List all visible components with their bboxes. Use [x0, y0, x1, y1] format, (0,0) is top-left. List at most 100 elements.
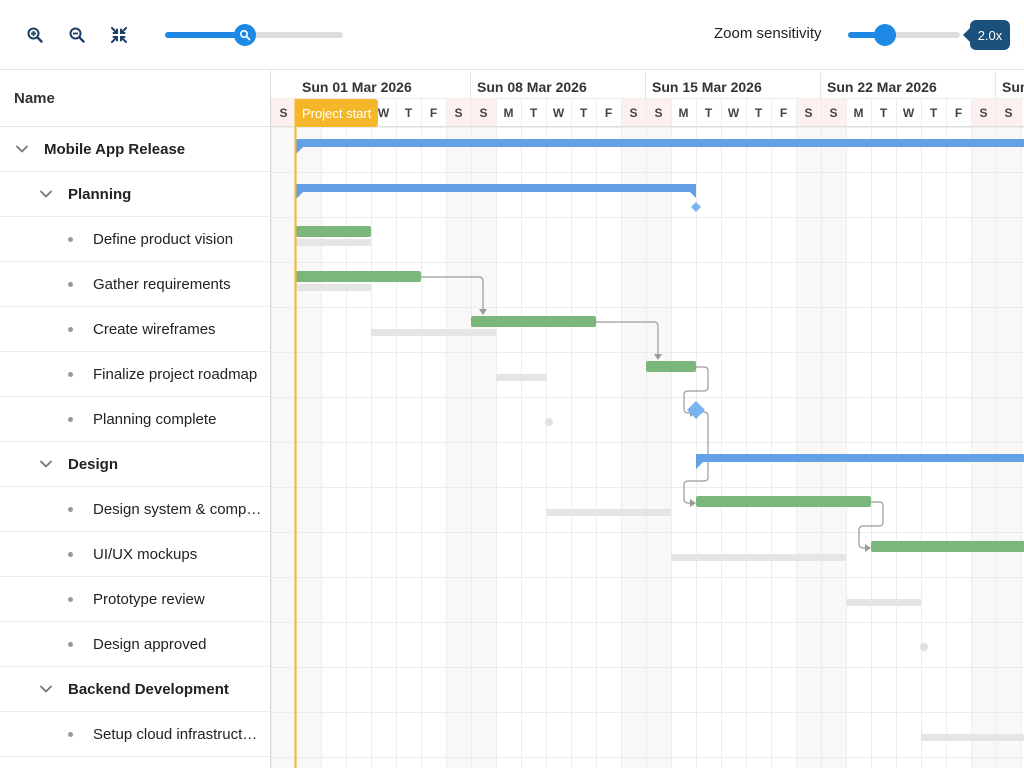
- baseline-bar: [496, 374, 546, 381]
- task-name: Planning: [68, 185, 132, 203]
- day-label: T: [704, 106, 713, 120]
- zoom-slider-fill: [165, 32, 246, 38]
- weekend-shade: [446, 127, 471, 768]
- task-row[interactable]: Setup cloud infrastructure: [0, 712, 270, 757]
- task-name: Backend Development: [68, 680, 229, 698]
- zoom-sensitivity-slider[interactable]: [848, 24, 960, 46]
- milestone-row[interactable]: Planning complete: [0, 397, 270, 442]
- weekend-shade: [296, 127, 321, 768]
- bullet-icon: [68, 641, 73, 647]
- baseline-bar: [846, 599, 921, 606]
- timeline-canvas: [271, 71, 1024, 768]
- milestone-row[interactable]: Design approved: [0, 622, 270, 667]
- baseline-milestone: [920, 643, 928, 651]
- bullet-icon: [68, 506, 73, 512]
- name-column-header[interactable]: Name: [0, 71, 270, 127]
- task-name: Design: [68, 455, 119, 473]
- weekend-shade: [796, 127, 821, 768]
- week-label: Sun: [1002, 79, 1024, 95]
- group-row[interactable]: Planning: [0, 172, 270, 217]
- task-name: Prototype review: [93, 590, 205, 608]
- chevron-down-icon[interactable]: [38, 186, 54, 202]
- day-label: M: [853, 106, 864, 120]
- task-row[interactable]: Design system & components: [0, 487, 270, 532]
- group-row[interactable]: Mobile App Release: [0, 127, 270, 172]
- week-label: Sun 22 Mar 2026: [827, 79, 937, 95]
- sensitivity-value-tooltip: 2.0x: [963, 20, 1010, 50]
- day-label: T: [929, 106, 938, 120]
- project-start-label: Project start: [295, 99, 379, 127]
- zoom-slider-thumb[interactable]: [234, 24, 257, 46]
- bullet-icon: [68, 596, 73, 602]
- bullet-icon: [68, 281, 73, 287]
- week-label: Sun 08 Mar 2026: [477, 79, 587, 95]
- baseline-bar: [296, 284, 371, 291]
- task-bar: [696, 496, 871, 507]
- task-row[interactable]: UI/UX mockups: [0, 532, 270, 577]
- task-bar: [296, 226, 371, 237]
- chevron-down-icon[interactable]: [14, 141, 30, 157]
- day-label: F: [604, 106, 613, 120]
- chevron-down-icon[interactable]: [38, 456, 54, 472]
- day-label: S: [479, 106, 488, 120]
- task-rows: Mobile App Release Planning Define product…: [0, 127, 270, 757]
- zoom-out-button[interactable]: [64, 22, 90, 48]
- zoom-to-fit-button[interactable]: [106, 22, 132, 48]
- sensitivity-slider-thumb[interactable]: [873, 24, 896, 46]
- day-label: W: [727, 106, 740, 120]
- dependency-arrow: [690, 499, 696, 507]
- search-icon: [240, 29, 251, 41]
- group-row[interactable]: Backend Development: [0, 667, 270, 712]
- day-label: F: [779, 106, 788, 120]
- day-label: T: [579, 106, 588, 120]
- task-bar: [296, 271, 421, 282]
- weekend-shade: [646, 127, 671, 768]
- task-name: Create wireframes: [93, 320, 216, 338]
- weekend-shade: [621, 127, 646, 768]
- task-grid: Name Mobile App Release Planning Define pr…: [0, 71, 271, 768]
- task-name: UI/UX mockups: [93, 545, 198, 563]
- zoom-to-fit-icon: [111, 27, 127, 43]
- day-label: S: [1004, 106, 1013, 120]
- task-row[interactable]: Create wireframes: [0, 307, 270, 352]
- gantt-timeline: Sun 01 Mar 2026 Sun 08 Mar 2026 Sun 15 Mar…: [271, 71, 1024, 768]
- day-label: W: [902, 106, 915, 120]
- baseline-bar: [546, 509, 671, 516]
- bullet-icon: [68, 371, 73, 377]
- baseline-bar: [296, 239, 371, 246]
- day-label: S: [979, 106, 988, 120]
- day-label: M: [678, 106, 689, 120]
- baseline-bar: [671, 554, 846, 561]
- toolbar: Zoom sensitivity 2.0x: [0, 0, 1024, 70]
- day-label: S: [279, 106, 288, 120]
- task-bar: [646, 361, 696, 372]
- zoom-slider[interactable]: [165, 24, 343, 46]
- task-row[interactable]: Define product vision: [0, 217, 270, 262]
- task-name: Setup cloud infrastructure: [93, 725, 263, 743]
- weekend-shade: [996, 127, 1021, 768]
- task-bar: [871, 541, 1024, 552]
- zoom-in-button[interactable]: [22, 22, 48, 48]
- task-bar: [471, 316, 596, 327]
- weekend-shade: [821, 127, 846, 768]
- task-row[interactable]: Prototype review: [0, 577, 270, 622]
- day-label: T: [754, 106, 763, 120]
- week-label: Sun 01 Mar 2026: [302, 79, 412, 95]
- group-row[interactable]: Design: [0, 442, 270, 487]
- task-name: Planning complete: [93, 410, 217, 428]
- chevron-down-icon[interactable]: [38, 681, 54, 697]
- task-name: Gather requirements: [93, 275, 231, 293]
- milestone-diamond: [687, 401, 705, 419]
- task-name: Design system & components: [93, 500, 263, 518]
- bullet-icon: [68, 731, 73, 737]
- bullet-icon: [68, 551, 73, 557]
- day-label: W: [552, 106, 565, 120]
- task-name: Finalize project roadmap: [93, 365, 258, 383]
- zoom-out-icon: [69, 27, 85, 43]
- task-row[interactable]: Gather requirements: [0, 262, 270, 307]
- day-label: S: [454, 106, 463, 120]
- task-row[interactable]: Finalize project roadmap: [0, 352, 270, 397]
- weekend-shade: [971, 127, 996, 768]
- week-label: Sun 15 Mar 2026: [652, 79, 762, 95]
- bullet-icon: [68, 326, 73, 332]
